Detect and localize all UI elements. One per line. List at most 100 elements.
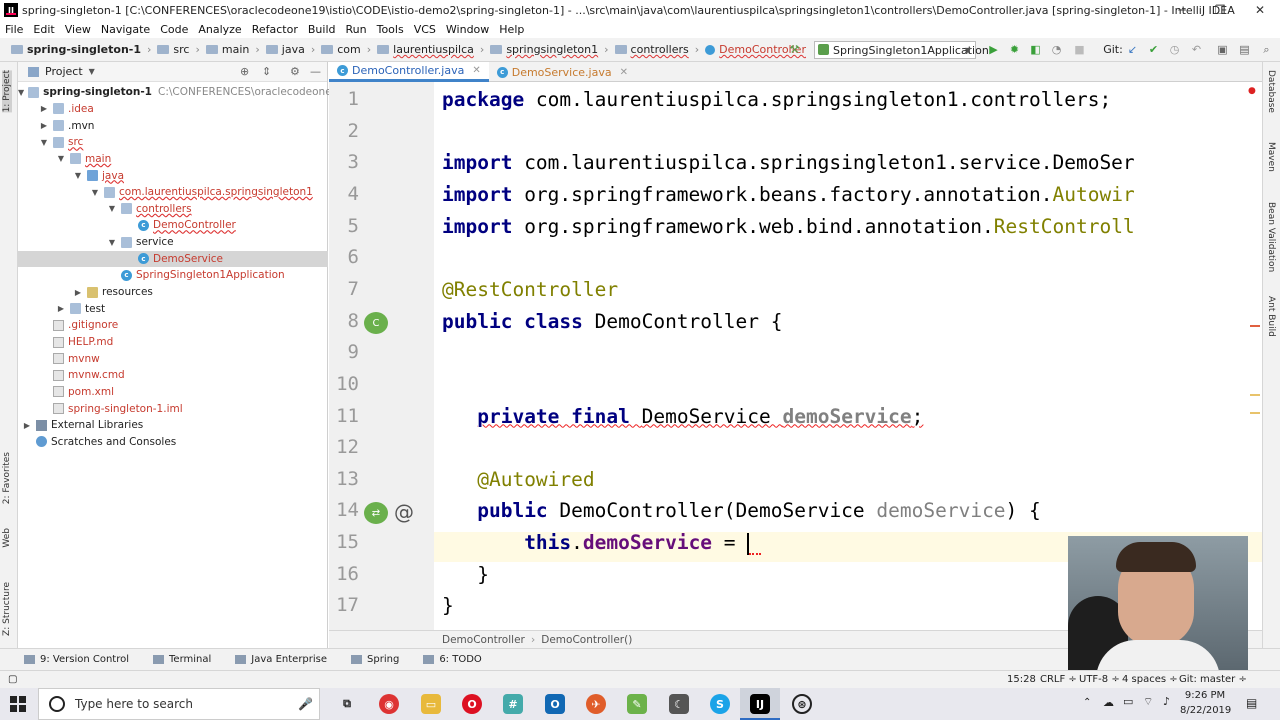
- git-update-icon[interactable]: ↙: [1126, 43, 1139, 56]
- breadcrumb-java[interactable]: java ›: [263, 43, 318, 56]
- menu-item-refactor[interactable]: Refactor: [247, 23, 303, 36]
- taskbar-date[interactable]: 8/22/2019: [1180, 705, 1231, 716]
- spring-bean-gutter-icon[interactable]: C: [364, 312, 388, 334]
- maximize-icon[interactable]: ❐: [1200, 0, 1240, 20]
- warning-stripe-marker[interactable]: [1250, 412, 1260, 414]
- tree-item[interactable]: mvnw: [18, 350, 328, 367]
- microphone-icon[interactable]: 🎤: [298, 697, 313, 711]
- collapse-all-icon[interactable]: ⇕: [262, 65, 271, 78]
- git-history-icon[interactable]: ◷: [1168, 43, 1181, 56]
- opera-icon[interactable]: O: [462, 694, 482, 714]
- close-tab-icon[interactable]: ✕: [620, 67, 628, 78]
- coverage-icon[interactable]: ◧: [1029, 43, 1042, 56]
- taskbar-time[interactable]: 9:26 PM: [1180, 690, 1230, 701]
- build-hammer-icon[interactable]: ⚒: [788, 43, 801, 56]
- postman-icon[interactable]: ✈: [586, 694, 606, 714]
- run-icon[interactable]: ▶: [987, 43, 1000, 56]
- breadcrumb-laurentiuspilca[interactable]: laurentiuspilca ›: [374, 43, 487, 56]
- menu-item-navigate[interactable]: Navigate: [96, 23, 155, 36]
- intellij-taskbar-icon[interactable]: IJ: [750, 694, 770, 714]
- chrome-icon[interactable]: ◉: [379, 694, 399, 714]
- tree-item[interactable]: spring-singleton-1.iml: [18, 400, 328, 417]
- tree-item[interactable]: HELP.md: [18, 334, 328, 351]
- chevron-down-icon[interactable]: ▼: [73, 171, 83, 180]
- onedrive-icon[interactable]: ☁: [1103, 696, 1114, 709]
- tree-item[interactable]: ▼ java: [18, 167, 328, 184]
- minimize-icon[interactable]: ─: [1162, 0, 1202, 20]
- chevron-right-icon[interactable]: ▶: [56, 304, 66, 313]
- autowire-gutter-icon[interactable]: ⇄: [364, 502, 388, 524]
- breadcrumb-src[interactable]: src ›: [154, 43, 202, 56]
- menu-item-run[interactable]: Run: [341, 23, 372, 36]
- git-rollback-icon[interactable]: ↶: [1190, 43, 1203, 56]
- tree-item[interactable]: ▼ main: [18, 151, 328, 168]
- tree-item[interactable]: ▼ controllers: [18, 201, 328, 218]
- warning-stripe-marker[interactable]: [1250, 394, 1260, 396]
- breadcrumb-class[interactable]: DemoController: [442, 634, 525, 646]
- menu-item-help[interactable]: Help: [494, 23, 529, 36]
- tray-chevron-up-icon[interactable]: ⌃: [1083, 697, 1091, 708]
- file-explorer-icon[interactable]: ▭: [421, 694, 441, 714]
- menu-item-file[interactable]: File: [0, 23, 28, 36]
- chevron-right-icon[interactable]: ▶: [73, 288, 83, 297]
- volume-icon[interactable]: ♪: [1163, 695, 1170, 708]
- tool-structure-tab[interactable]: Z: Structure: [2, 582, 12, 636]
- taskbar-search-box[interactable]: Type here to search 🎤: [38, 688, 320, 720]
- error-status-icon[interactable]: ●: [1248, 86, 1256, 96]
- outlook-icon[interactable]: O: [545, 694, 565, 714]
- chevron-down-icon[interactable]: ▼: [89, 67, 95, 76]
- tool-web-tab[interactable]: Web: [2, 528, 12, 548]
- project-structure-icon[interactable]: ▣: [1216, 43, 1229, 56]
- tree-item[interactable]: ▼ service: [18, 234, 328, 251]
- search-everywhere-icon[interactable]: ⌕: [1260, 43, 1273, 56]
- breadcrumb-main[interactable]: main ›: [203, 43, 263, 56]
- chevron-down-icon[interactable]: ▼: [39, 138, 49, 147]
- menu-item-build[interactable]: Build: [303, 23, 341, 36]
- editor-tab[interactable]: c DemoService.java ✕: [489, 62, 636, 82]
- editor-tab[interactable]: c DemoController.java ✕: [329, 62, 489, 82]
- tool-ant-build-tab[interactable]: Ant Build: [1266, 296, 1276, 337]
- annotation-gutter-icon[interactable]: @: [394, 500, 414, 524]
- file-encoding[interactable]: UTF-8 ÷: [1079, 674, 1120, 685]
- battery-icon[interactable]: ▭: [1123, 695, 1133, 708]
- obs-icon[interactable]: ⊛: [792, 694, 812, 714]
- action-center-icon[interactable]: ▤: [1246, 696, 1257, 710]
- skype-icon[interactable]: S: [710, 694, 730, 714]
- chevron-down-icon[interactable]: ▼: [90, 188, 100, 197]
- tree-item[interactable]: ▶ .idea: [18, 101, 328, 118]
- menu-item-window[interactable]: Window: [441, 23, 494, 36]
- tree-item[interactable]: mvnw.cmd: [18, 367, 328, 384]
- indent-setting[interactable]: 4 spaces ÷: [1122, 674, 1178, 685]
- chevron-right-icon[interactable]: ▶: [22, 421, 32, 430]
- menu-item-view[interactable]: View: [60, 23, 96, 36]
- breadcrumb-method[interactable]: DemoController(): [541, 634, 632, 646]
- close-tab-icon[interactable]: ✕: [472, 65, 480, 76]
- tree-item[interactable]: Scratches and Consoles: [18, 434, 328, 451]
- breadcrumb-controllers[interactable]: controllers ›: [612, 43, 703, 56]
- toggle-tool-windows-icon[interactable]: ▢: [8, 674, 17, 685]
- chevron-down-icon[interactable]: ▼: [56, 154, 66, 163]
- menu-item-tools[interactable]: Tools: [372, 23, 409, 36]
- debug-icon[interactable]: ✹: [1008, 43, 1021, 56]
- breadcrumb-springsingleton1[interactable]: springsingleton1 ›: [487, 43, 611, 56]
- tool-window-spring[interactable]: Spring: [351, 654, 399, 665]
- line-separator[interactable]: CRLF ÷: [1040, 674, 1077, 685]
- profile-icon[interactable]: ◔: [1050, 43, 1063, 56]
- task-view-icon[interactable]: ⧉: [337, 694, 357, 714]
- notepad-plus-icon[interactable]: ✎: [627, 694, 647, 714]
- tree-item[interactable]: ▶ resources: [18, 284, 328, 301]
- tool-window-9-version-control[interactable]: 9: Version Control: [24, 654, 129, 665]
- run-anything-icon[interactable]: ▤: [1238, 43, 1251, 56]
- chevron-down-icon[interactable]: ▼: [107, 238, 117, 247]
- tool-maven-tab[interactable]: Maven: [1266, 142, 1276, 172]
- chevron-right-icon[interactable]: ▶: [39, 104, 49, 113]
- run-configuration-select[interactable]: SpringSingleton1Application ▼: [814, 41, 989, 59]
- menu-item-analyze[interactable]: Analyze: [193, 23, 246, 36]
- git-branch[interactable]: Git: master ÷: [1179, 674, 1247, 685]
- caret-position[interactable]: 15:28: [1007, 674, 1036, 685]
- tree-item[interactable]: ▼ com.laurentiuspilca.springsingleton1: [18, 184, 328, 201]
- windows-start-icon[interactable]: [10, 696, 26, 712]
- breadcrumb-spring-singleton-1[interactable]: spring-singleton-1 ›: [8, 43, 154, 56]
- tree-item[interactable]: ▼ src: [18, 134, 328, 151]
- git-commit-icon[interactable]: ✔: [1147, 43, 1160, 56]
